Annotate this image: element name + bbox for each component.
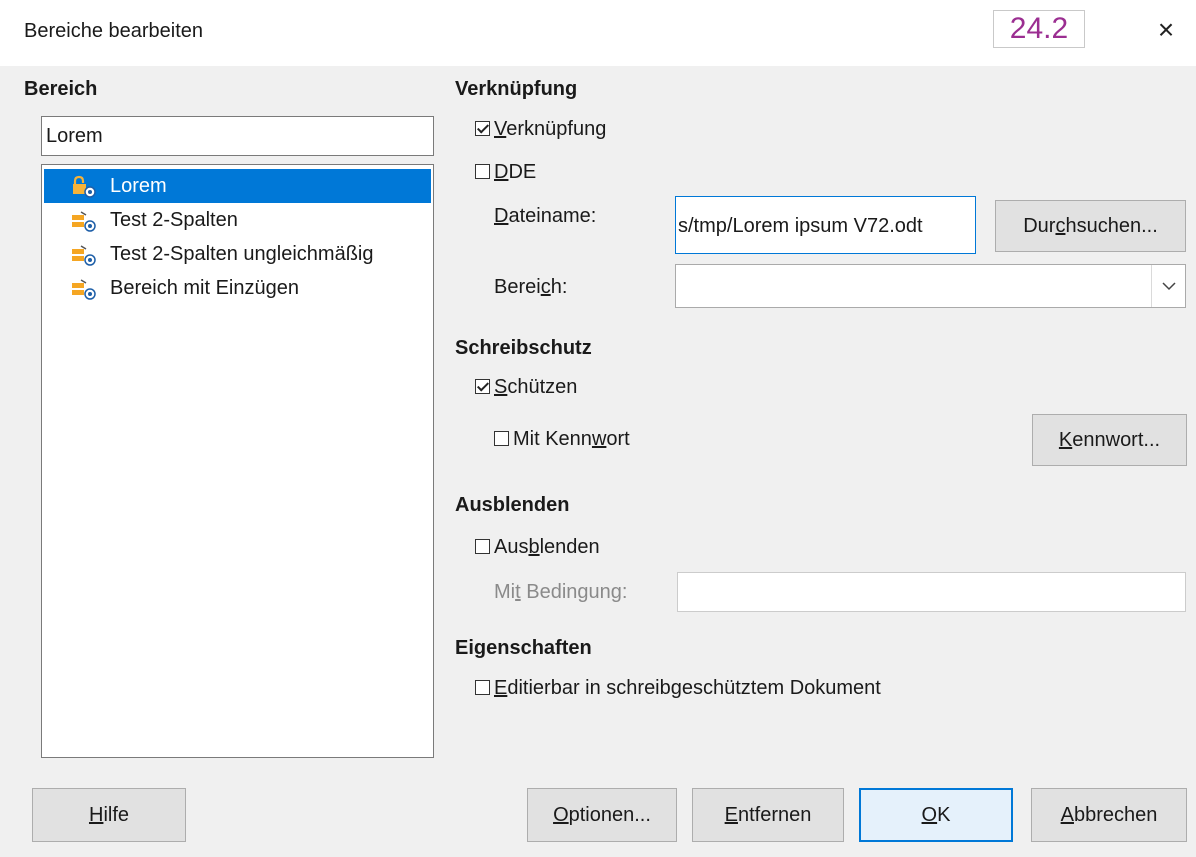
protected-section-icon: [70, 169, 100, 203]
link-checkbox[interactable]: Verknüpfung: [475, 118, 606, 141]
section-combobox[interactable]: [675, 264, 1186, 308]
section-list[interactable]: Lorem Test 2-Spalten Test 2-Spalten ungl…: [41, 164, 434, 758]
linked-section-icon: [70, 271, 100, 305]
options-button[interactable]: Optionen...: [527, 788, 677, 842]
section-name-input[interactable]: Lorem: [41, 116, 434, 156]
condition-input[interactable]: [677, 572, 1186, 612]
list-item-label: Test 2-Spalten ungleichmäßig: [110, 243, 374, 265]
browse-button[interactable]: Durchsuchen...: [995, 200, 1186, 252]
hide-checkbox[interactable]: Ausblenden: [475, 536, 600, 559]
hide-checkbox-box[interactable]: [475, 539, 490, 554]
protect-checkbox-box[interactable]: [475, 379, 490, 394]
remove-button[interactable]: Entfernen: [692, 788, 844, 842]
filename-label: Dateiname:: [494, 205, 597, 227]
hide-heading: Ausblenden: [455, 494, 570, 516]
dde-checkbox[interactable]: DDE: [475, 161, 536, 184]
password-button[interactable]: Kennwort...: [1032, 414, 1187, 466]
list-item-label: Lorem: [110, 175, 167, 197]
protect-checkbox[interactable]: Schützen: [475, 376, 577, 399]
list-item[interactable]: Lorem: [44, 169, 431, 203]
section-label: Bereich:: [494, 276, 568, 298]
list-item[interactable]: Bereich mit Einzügen: [44, 271, 431, 305]
ok-button[interactable]: OK: [859, 788, 1013, 842]
link-heading: Verknüpfung: [455, 78, 578, 100]
list-item-label: Test 2-Spalten: [110, 209, 238, 231]
condition-label: Mit Bedingung:: [494, 581, 628, 603]
protect-heading: Schreibschutz: [455, 337, 592, 359]
props-heading: Eigenschaften: [455, 637, 592, 659]
editable-checkbox-box[interactable]: [475, 680, 490, 695]
dde-checkbox-box[interactable]: [475, 164, 490, 179]
linked-section-icon: [70, 237, 100, 271]
window-title: Bereiche bearbeiten: [24, 20, 204, 42]
password-checkbox-box[interactable]: [494, 431, 509, 446]
link-checkbox-box[interactable]: [475, 121, 490, 136]
list-item-label: Bereich mit Einzügen: [110, 277, 299, 299]
help-button[interactable]: Hilfe: [32, 788, 186, 842]
filename-input[interactable]: s/tmp/Lorem ipsum V72.odt: [675, 196, 976, 254]
close-icon: ×: [1157, 14, 1175, 45]
list-item[interactable]: Test 2-Spalten ungleichmäßig: [44, 237, 431, 271]
bereich-heading: Bereich: [24, 78, 98, 100]
list-item[interactable]: Test 2-Spalten: [44, 203, 431, 237]
editable-checkbox[interactable]: Editierbar in schreibgeschütztem Dokumen…: [475, 677, 881, 700]
chevron-down-icon[interactable]: [1151, 265, 1185, 307]
cancel-button[interactable]: Abbrechen: [1031, 788, 1187, 842]
linked-section-icon: [70, 203, 100, 237]
password-checkbox[interactable]: Mit Kennwort: [494, 428, 630, 451]
version-badge: 24.2: [993, 10, 1085, 48]
close-button[interactable]: ×: [1148, 12, 1184, 48]
